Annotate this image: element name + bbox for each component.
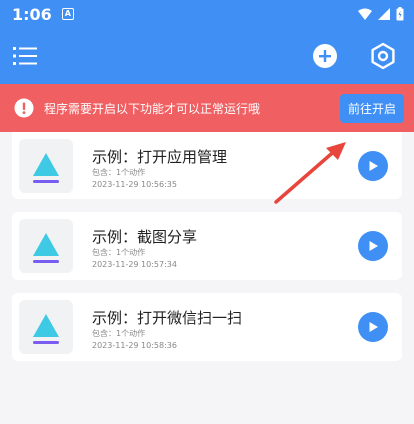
run-task-button[interactable] (358, 231, 388, 261)
task-thumbnail (19, 219, 73, 273)
menu-button[interactable] (10, 41, 40, 71)
settings-button[interactable] (368, 41, 398, 71)
task-title: 示例：截图分享 (92, 228, 198, 246)
triangle-logo-icon (33, 153, 59, 183)
play-icon (369, 161, 378, 171)
status-icons (358, 7, 404, 21)
permission-banner: 程序需要开启以下功能才可以正常运行哦 前往开启 (0, 84, 414, 132)
task-title: 示例：打开微信扫一扫 (92, 309, 243, 327)
alert-icon (14, 98, 34, 118)
app-bar-actions (310, 41, 398, 71)
wifi-icon (358, 8, 372, 20)
enable-permissions-button[interactable]: 前往开启 (339, 93, 404, 123)
task-action-count: 包含：1个动作 (92, 248, 146, 257)
settings-hexagon-icon (371, 42, 395, 70)
plus-icon (313, 44, 337, 68)
status-bar: 1:06 A (0, 0, 414, 28)
task-thumbnail (19, 139, 73, 193)
task-timestamp: 2023-11-29 10:56:35 (92, 180, 177, 189)
run-task-button[interactable] (358, 312, 388, 342)
task-action-count: 包含：1个动作 (92, 168, 146, 177)
notification-icon: A (61, 8, 74, 20)
menu-icon (13, 47, 37, 65)
triangle-logo-icon (33, 233, 59, 263)
hint-arrow-icon (274, 142, 346, 204)
run-task-button[interactable] (358, 151, 388, 181)
signal-icon (378, 8, 390, 20)
task-card[interactable]: 示例：打开微信扫一扫 包含：1个动作 2023-11-29 10:58:36 (12, 293, 402, 361)
app-bar (0, 28, 414, 84)
triangle-logo-icon (33, 314, 59, 344)
battery-icon (396, 7, 404, 21)
add-button[interactable] (310, 41, 340, 71)
play-icon (369, 241, 378, 251)
task-timestamp: 2023-11-29 10:58:36 (92, 341, 177, 350)
task-card[interactable]: 示例：截图分享 包含：1个动作 2023-11-29 10:57:34 (12, 212, 402, 280)
task-title: 示例：打开应用管理 (92, 148, 228, 166)
play-icon (369, 322, 378, 332)
task-action-count: 包含：1个动作 (92, 329, 146, 338)
banner-message: 程序需要开启以下功能才可以正常运行哦 (44, 101, 261, 116)
status-time: 1:06 (12, 4, 52, 24)
task-thumbnail (19, 300, 73, 354)
task-timestamp: 2023-11-29 10:57:34 (92, 260, 177, 269)
